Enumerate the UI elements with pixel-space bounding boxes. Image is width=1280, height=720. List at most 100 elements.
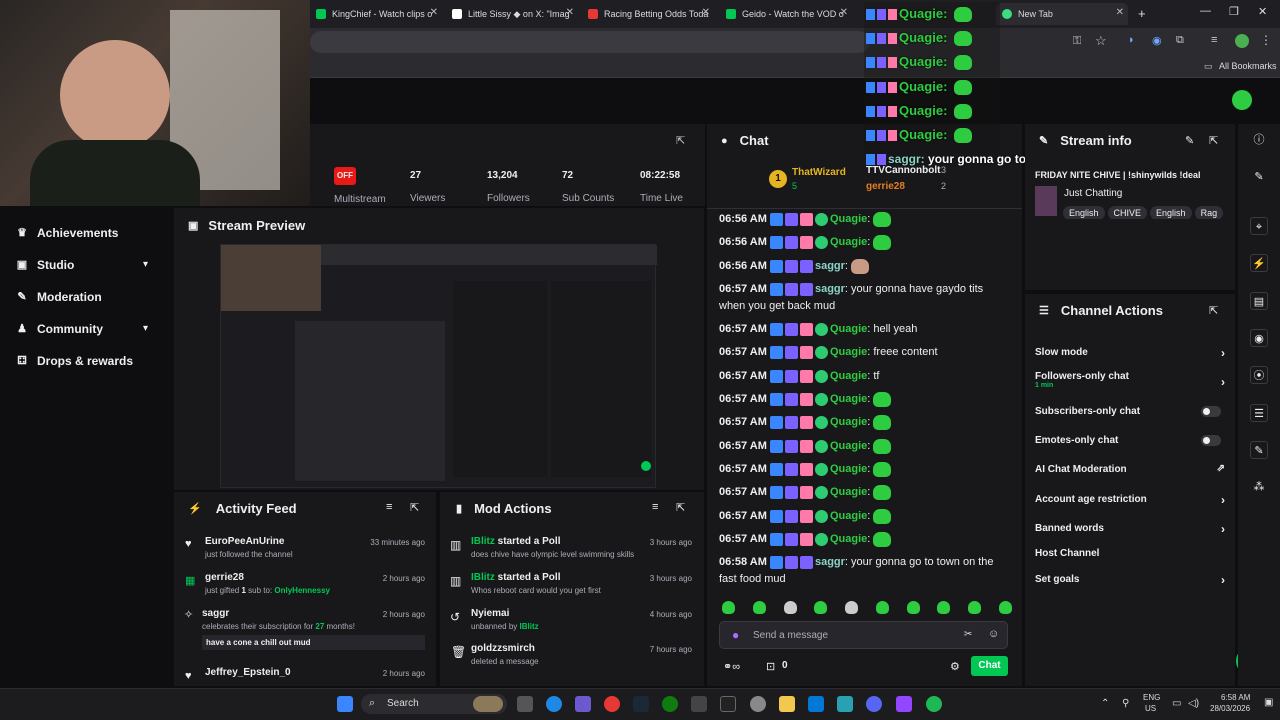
- spotify-icon[interactable]: [926, 696, 942, 712]
- chat-username[interactable]: Quagie: [830, 346, 867, 358]
- epic-games-icon[interactable]: [720, 696, 736, 712]
- list-icon[interactable]: ☰: [1250, 404, 1268, 422]
- action-host-channel[interactable]: Host Channel: [1035, 548, 1225, 559]
- discord-icon[interactable]: [866, 696, 882, 712]
- chat-send-button[interactable]: Chat: [971, 656, 1008, 676]
- filter-icon[interactable]: ≡: [386, 501, 392, 513]
- steam-icon[interactable]: [633, 696, 649, 712]
- detail-target[interactable]: OnlyHennessy: [274, 586, 330, 595]
- language-indicator[interactable]: ENG: [1143, 693, 1160, 702]
- media-controls-icon[interactable]: ≡: [1211, 34, 1217, 46]
- browser-tab[interactable]: Racing Betting Odds Toda ✕: [582, 3, 714, 25]
- password-key-icon[interactable]: ⚿: [1073, 35, 1081, 48]
- store-icon[interactable]: [808, 696, 824, 712]
- toggle-switch[interactable]: [1201, 406, 1221, 417]
- community-icon[interactable]: ⁂: [1250, 478, 1268, 496]
- close-icon[interactable]: ✕: [430, 7, 438, 18]
- action-followers-only[interactable]: Followers-only chat 1 min ›: [1035, 371, 1225, 389]
- emote-icon[interactable]: [906, 601, 920, 614]
- app-icon[interactable]: [837, 696, 853, 712]
- toggle-switch[interactable]: [1201, 435, 1221, 446]
- detail-actor[interactable]: IBlitz: [520, 622, 539, 631]
- clock-time[interactable]: 6:58 AM: [1221, 693, 1250, 702]
- popout-icon[interactable]: ⇱: [1209, 134, 1218, 147]
- extension-icon[interactable]: ✂: [964, 629, 972, 640]
- browser-tab-active[interactable]: New Tab ✕: [996, 3, 1128, 25]
- close-icon[interactable]: ✕: [566, 7, 574, 18]
- maximize-button[interactable]: ❐: [1229, 5, 1239, 18]
- emoji-icon[interactable]: ☺: [988, 628, 999, 640]
- notification-icon[interactable]: ▣: [1264, 697, 1273, 708]
- chat-username[interactable]: Quagie: [830, 416, 867, 428]
- emote-icon[interactable]: [937, 601, 951, 614]
- chat-username[interactable]: saggr: [815, 556, 845, 568]
- chat-username[interactable]: Quagie: [830, 440, 867, 452]
- gift-box-icon[interactable]: ⊡: [766, 660, 775, 673]
- nav-achievements[interactable]: ♛ Achievements: [16, 226, 118, 240]
- extension-icon[interactable]: ◗: [1128, 34, 1135, 46]
- profile-avatar[interactable]: [1235, 34, 1249, 48]
- nav-community[interactable]: ♟ Community: [16, 322, 103, 336]
- new-tab-button[interactable]: +: [1138, 6, 1146, 21]
- action-ai-moderation[interactable]: AI Chat Moderation ⇗: [1035, 463, 1225, 475]
- action-slow-mode[interactable]: Slow mode ›: [1035, 346, 1225, 360]
- address-bar[interactable]: [310, 31, 870, 53]
- xbox-icon[interactable]: [662, 696, 678, 712]
- browser-tab[interactable]: KingChief - Watch clips o ✕: [310, 3, 442, 25]
- wrench-icon[interactable]: ✎: [1250, 441, 1268, 459]
- chat-username[interactable]: Quagie: [830, 236, 867, 248]
- network-icon[interactable]: ▭: [1172, 698, 1181, 709]
- chat-username[interactable]: Quagie: [830, 370, 867, 382]
- emote-icon[interactable]: [814, 601, 828, 614]
- broadcast-icon[interactable]: ⦿: [1250, 366, 1268, 384]
- close-window-button[interactable]: ✕: [1258, 5, 1267, 18]
- nav-studio[interactable]: ▣ Studio: [16, 258, 75, 272]
- nav-drops-rewards[interactable]: ⚃ Drops & rewards: [16, 354, 133, 368]
- file-explorer-icon[interactable]: [779, 696, 795, 712]
- chevron-down-icon[interactable]: ▾: [143, 259, 148, 270]
- extension-icon[interactable]: ◉: [1152, 34, 1162, 47]
- settings-icon[interactable]: [750, 696, 766, 712]
- leaderboard-user[interactable]: gerrie28: [866, 181, 905, 192]
- emote-icon[interactable]: [845, 601, 859, 614]
- bookmark-star-icon[interactable]: ☆: [1095, 33, 1107, 49]
- popout-icon[interactable]: ⇱: [676, 134, 685, 147]
- chat-username[interactable]: saggr: [815, 283, 845, 295]
- app-icon[interactable]: [575, 696, 591, 712]
- popout-icon[interactable]: ⇱: [1209, 304, 1218, 317]
- chevron-down-icon[interactable]: ▾: [143, 323, 148, 334]
- action-account-age[interactable]: Account age restriction ›: [1035, 493, 1225, 507]
- extensions-puzzle-icon[interactable]: ⧉: [1176, 34, 1184, 47]
- chat-username[interactable]: Quagie: [830, 533, 867, 545]
- leaderboard-user[interactable]: ThatWizard: [792, 167, 846, 178]
- nav-moderation[interactable]: ✎ Moderation: [16, 290, 101, 304]
- microphone-icon[interactable]: ●: [732, 628, 739, 642]
- emote-icon[interactable]: [998, 601, 1012, 614]
- chat-username[interactable]: Quagie: [830, 510, 867, 522]
- tag-chip[interactable]: CHIVE: [1107, 206, 1148, 219]
- emote-icon[interactable]: [752, 601, 766, 614]
- chat-username[interactable]: Quagie: [830, 393, 867, 405]
- emote-icon[interactable]: [968, 601, 982, 614]
- chat-bubble-icon[interactable]: ◉: [1250, 329, 1268, 347]
- region-indicator[interactable]: US: [1145, 704, 1156, 713]
- emote-icon[interactable]: [875, 601, 889, 614]
- chat-username[interactable]: Quagie: [830, 486, 867, 498]
- minimize-button[interactable]: —: [1200, 5, 1211, 17]
- windows-start-icon[interactable]: [337, 696, 353, 712]
- mod-actor[interactable]: IBlitz: [471, 572, 495, 583]
- close-icon[interactable]: ✕: [1116, 7, 1124, 18]
- chrome-icon[interactable]: [604, 696, 620, 712]
- user-avatar[interactable]: [1232, 90, 1252, 110]
- stream-category[interactable]: Just Chatting: [1064, 188, 1122, 199]
- chat-username[interactable]: saggr: [815, 260, 845, 272]
- close-icon[interactable]: ✕: [840, 7, 848, 18]
- task-view-icon[interactable]: [517, 696, 533, 712]
- browser-tab[interactable]: Little Sissy ◆ on X: "Imag ✕: [446, 3, 578, 25]
- menu-kebab-icon[interactable]: ⋮: [1260, 33, 1272, 47]
- browser-tab[interactable]: Geido - Watch the VOD o ✕: [720, 3, 852, 25]
- edge-icon[interactable]: [546, 696, 562, 712]
- clock-date[interactable]: 28/03/2026: [1210, 704, 1250, 713]
- chat-username[interactable]: Quagie: [830, 213, 867, 225]
- close-icon[interactable]: ✕: [702, 7, 710, 18]
